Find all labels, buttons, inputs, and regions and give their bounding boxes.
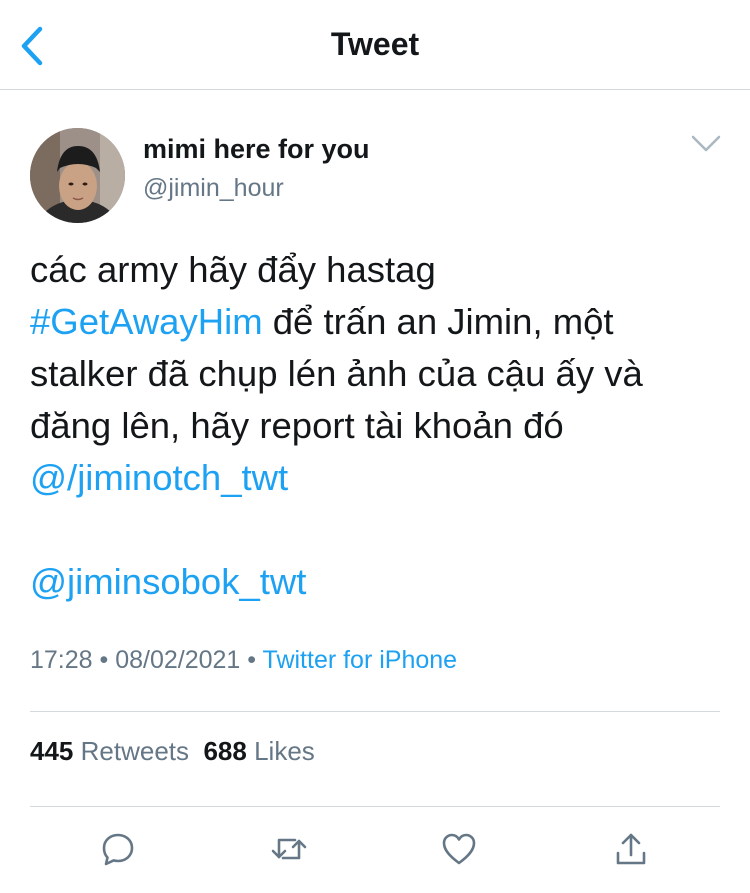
tweet-stats: 445 Retweets 688 Likes	[30, 736, 315, 767]
author-handle[interactable]: @jimin_hour	[143, 174, 284, 203]
tweet-text: các army hãy đẩy hastag #GetAwayHim để t…	[30, 244, 730, 608]
nav-bar: Tweet	[0, 0, 750, 90]
share-icon	[616, 833, 646, 865]
likes-stat[interactable]: 688 Likes	[203, 736, 314, 766]
tweet-line: đăng lên, hãy report tài khoản đó	[30, 405, 564, 446]
likes-count: 688	[203, 736, 247, 766]
meta-separator: •	[240, 646, 263, 674]
tweet-line: các army hãy đẩy hastag	[30, 249, 436, 290]
meta-separator: •	[92, 646, 116, 674]
heart-icon	[442, 833, 476, 865]
tweet-line: #GetAwayHim để trấn an Jimin, một	[30, 296, 730, 348]
avatar-image	[30, 128, 125, 223]
divider	[30, 711, 720, 712]
tweet-line-text: để trấn an Jimin, một	[262, 301, 614, 342]
tweet-meta: 17:28 • 08/02/2021 • Twitter for iPhone	[30, 646, 457, 675]
mention-link[interactable]: @jiminsobok_twt	[30, 561, 306, 602]
like-button[interactable]	[436, 826, 482, 872]
tweet-time: 17:28	[30, 646, 93, 674]
share-button[interactable]	[608, 826, 654, 872]
retweet-icon	[271, 838, 307, 860]
likes-label: Likes	[254, 736, 315, 766]
retweets-stat[interactable]: 445 Retweets	[30, 736, 189, 766]
tweet-line: stalker đã chụp lén ảnh của cậu ấy và	[30, 353, 643, 394]
reply-button[interactable]	[95, 826, 141, 872]
tweet-source-link[interactable]: Twitter for iPhone	[263, 646, 458, 674]
mention-link[interactable]: @/jiminotch_twt	[30, 457, 288, 498]
more-options-button[interactable]	[684, 128, 728, 160]
divider	[30, 806, 720, 807]
action-bar	[0, 826, 750, 876]
page-title: Tweet	[330, 26, 420, 62]
avatar[interactable]	[30, 128, 125, 223]
chevron-down-icon	[691, 135, 721, 152]
retweet-button[interactable]	[266, 826, 312, 872]
retweets-label: Retweets	[80, 736, 190, 766]
tweet-line: @/jiminotch_twt	[30, 452, 730, 504]
retweets-count: 445	[30, 736, 74, 766]
hashtag-link[interactable]: #GetAwayHim	[30, 301, 263, 342]
reply-icon	[102, 833, 134, 866]
author-display-name[interactable]: mimi here for you	[143, 134, 370, 165]
tweet-line: @jiminsobok_twt	[30, 556, 730, 608]
tweet-date: 08/02/2021	[115, 646, 241, 674]
